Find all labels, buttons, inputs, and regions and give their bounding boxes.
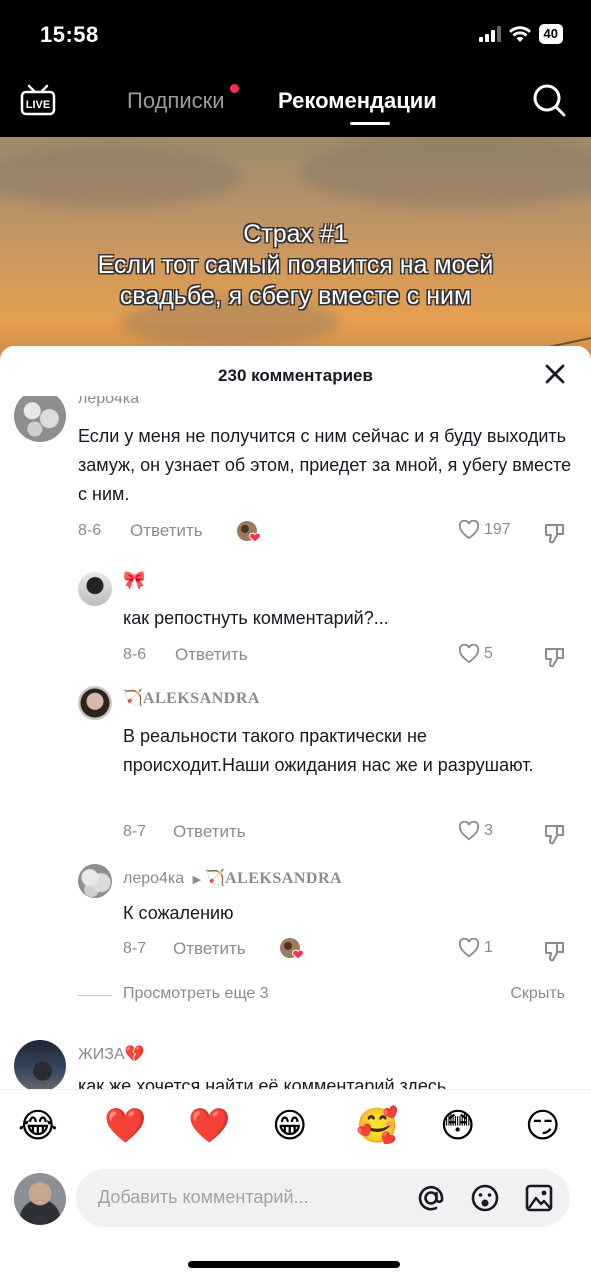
- caption-line-2: Если тот самый появится на моей: [97, 251, 494, 279]
- emoji-button-tears-of-joy[interactable]: 😂: [18, 1106, 58, 1146]
- creator-liked-icon: [236, 520, 261, 543]
- bow-arrow-icon: 🏹: [123, 688, 143, 707]
- video-player[interactable]: Страх #1 Если тот самый появится на моей…: [0, 137, 591, 367]
- avatar[interactable]: [78, 864, 112, 898]
- comments-list[interactable]: леро4ка Если у меня не получится с ним с…: [0, 396, 591, 1089]
- active-tab-indicator: [350, 122, 390, 125]
- heart-icon: [458, 644, 480, 664]
- comment-placeholder: Добавить комментарий...: [98, 1187, 309, 1207]
- bow-arrow-icon: 🏹: [205, 868, 226, 887]
- heart-icon: [458, 938, 480, 958]
- like-button[interactable]: 197: [458, 520, 511, 540]
- avatar[interactable]: [78, 572, 112, 606]
- emoji-button-smirk[interactable]: 😏: [525, 1106, 560, 1146]
- comment-input-bar: Добавить комментарий...: [0, 1167, 591, 1280]
- comment-text: как же хочется найти её комментарий здес…: [78, 1076, 457, 1089]
- reply-button[interactable]: Ответить: [175, 645, 248, 665]
- comments-sheet: 230 комментариев леро4ка Если у меня не …: [0, 346, 591, 1280]
- caption-line-3: свадьбе, я сбегу вместе с ним: [119, 282, 472, 310]
- reply-button[interactable]: Ответить: [173, 822, 246, 842]
- live-icon[interactable]: LIVE: [20, 82, 56, 118]
- dislike-icon[interactable]: [544, 823, 566, 845]
- like-count: 3: [484, 822, 493, 839]
- emoji-picker-icon[interactable]: [470, 1183, 500, 1213]
- like-count: 197: [484, 521, 511, 538]
- comment-date: 8-7: [123, 940, 147, 957]
- comment-text: Если у меня не получится с ним сейчас и …: [78, 426, 572, 504]
- replies-controls: Просмотреть еще 3 Скрыть: [78, 984, 565, 1006]
- comment-username[interactable]: леро4ка ▶ 🏹ALEKSANDRA: [123, 868, 342, 888]
- comment-text: В реальности такого практически не проис…: [123, 726, 534, 775]
- comments-header: 230 комментариев: [0, 346, 591, 402]
- divider: [78, 995, 112, 996]
- comment-username[interactable]: 🏹ALEKSANDRA: [123, 688, 260, 708]
- emoji-button-heart[interactable]: ❤️: [104, 1106, 146, 1146]
- search-icon[interactable]: [531, 82, 567, 118]
- image-icon[interactable]: [524, 1183, 554, 1213]
- comments-count-title: 230 комментариев: [218, 366, 373, 385]
- heart-icon: [458, 520, 480, 540]
- comment-username[interactable]: ЖИЗА💔: [78, 1044, 145, 1064]
- comment-input[interactable]: Добавить комментарий...: [76, 1169, 570, 1227]
- reply-arrow-icon: ▶: [192, 874, 202, 886]
- username-text: ALEKSANDRA: [142, 690, 260, 707]
- hide-replies-button[interactable]: Скрыть: [510, 985, 565, 1003]
- reply-button[interactable]: Ответить: [130, 521, 203, 541]
- reply-to-username: ALEKSANDRA: [225, 870, 343, 887]
- battery-indicator: 40: [538, 24, 563, 44]
- my-avatar[interactable]: [14, 1173, 66, 1225]
- top-navigation: LIVE Подписки Рекомендации: [0, 66, 591, 137]
- comment-date: 8-6: [123, 646, 147, 663]
- signal-icon: [478, 26, 501, 42]
- status-time: 15:58: [40, 22, 99, 47]
- status-icons: 40: [478, 24, 563, 44]
- avatar[interactable]: [78, 686, 112, 720]
- comment-username[interactable]: леро4ка: [78, 396, 139, 408]
- like-count: 5: [484, 645, 493, 662]
- wifi-icon: [508, 25, 531, 42]
- like-button[interactable]: 3: [458, 821, 493, 841]
- emoji-quick-bar: 😂 ❤️ ❤️ 😁 🥰 😳 😏: [0, 1089, 591, 1167]
- emoji-button-hearts-face[interactable]: 🥰: [356, 1106, 398, 1146]
- creator-liked-icon: [279, 937, 304, 960]
- like-count: 1: [484, 939, 493, 956]
- avatar[interactable]: [14, 396, 66, 442]
- username-text: леро4ка: [123, 870, 185, 887]
- tab-following[interactable]: Подписки: [127, 84, 239, 114]
- video-caption: Страх #1 Если тот самый появится на моей…: [0, 219, 591, 312]
- avatar[interactable]: [14, 1040, 66, 1089]
- emoji-button-heart[interactable]: ❤️: [188, 1106, 230, 1146]
- emoji-button-flushed[interactable]: 😳: [440, 1106, 475, 1146]
- dislike-icon[interactable]: [544, 522, 566, 544]
- comment-date: 8-6: [78, 522, 102, 539]
- comment-text: как репостнуть комментарий?...: [123, 608, 389, 628]
- tab-following-label: Подписки: [127, 88, 225, 113]
- tab-for-you[interactable]: Рекомендации: [278, 88, 437, 114]
- svg-text:LIVE: LIVE: [26, 99, 50, 111]
- view-more-replies-button[interactable]: Просмотреть еще 3: [123, 985, 269, 1003]
- dislike-icon[interactable]: [544, 646, 566, 668]
- status-bar: 15:58 40: [0, 0, 591, 66]
- comment-username[interactable]: 🎀: [123, 570, 145, 591]
- mention-icon[interactable]: [416, 1183, 446, 1213]
- comment-date: 8-7: [123, 823, 147, 840]
- like-button[interactable]: 1: [458, 938, 493, 958]
- dislike-icon[interactable]: [544, 940, 566, 962]
- like-button[interactable]: 5: [458, 644, 493, 664]
- heart-icon: [458, 821, 480, 841]
- notification-dot: [229, 84, 239, 93]
- emoji-button-grin[interactable]: 😁: [272, 1106, 307, 1146]
- comment-text: К сожалению: [123, 903, 234, 923]
- caption-line-1: Страх #1: [243, 220, 348, 248]
- home-indicator: [188, 1261, 400, 1268]
- reply-button[interactable]: Ответить: [173, 939, 246, 959]
- close-icon[interactable]: [543, 362, 567, 386]
